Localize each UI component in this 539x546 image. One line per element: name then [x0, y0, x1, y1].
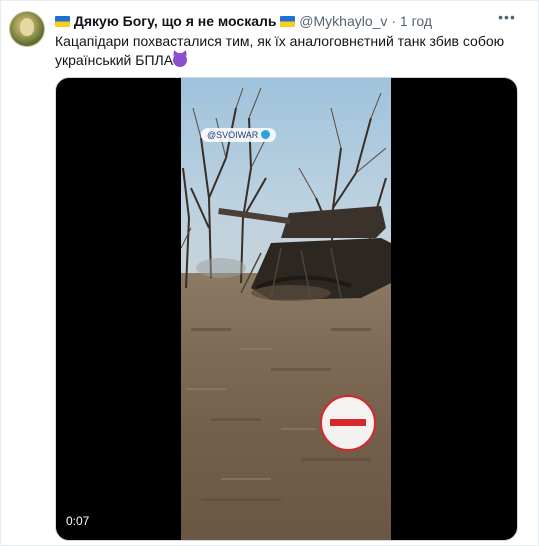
video-player[interactable]: @SVOIWAR 0:07	[55, 77, 518, 541]
author-name[interactable]: Дякую Богу, що я не москаль	[74, 13, 277, 29]
tweet-time[interactable]: 1 год	[400, 13, 432, 29]
tweet-text-content: Кацапідари похвасталися тим, як їх анало…	[55, 33, 505, 68]
separator: ·	[391, 13, 396, 29]
badge-bar	[330, 419, 366, 426]
author-handle[interactable]: @Mykhaylo_v	[299, 13, 387, 29]
tweet-text: Кацапідари похвасталися тим, як їх анало…	[55, 32, 505, 70]
telegram-icon	[261, 130, 271, 139]
ukraine-flag-icon	[55, 16, 70, 27]
video-frame[interactable]: @SVOIWAR	[181, 78, 391, 540]
channel-logo-badge	[320, 395, 376, 451]
avatar[interactable]	[9, 11, 45, 47]
ukraine-flag-icon	[280, 16, 296, 27]
more-dots-icon[interactable]: •••	[496, 9, 518, 27]
tweet-card: Дякую Богу, що я не москаль @Mykhaylo_v …	[0, 0, 539, 546]
tweet-header: Дякую Богу, що я не москаль @Mykhaylo_v …	[55, 12, 498, 30]
smiling-devil-emoji	[173, 53, 188, 67]
video-duration: 0:07	[66, 514, 90, 528]
scene-illustration	[181, 87, 391, 501]
watermark-label: @SVOIWAR	[207, 130, 259, 140]
channel-watermark: @SVOIWAR	[201, 128, 277, 142]
avatar-face	[20, 18, 34, 36]
